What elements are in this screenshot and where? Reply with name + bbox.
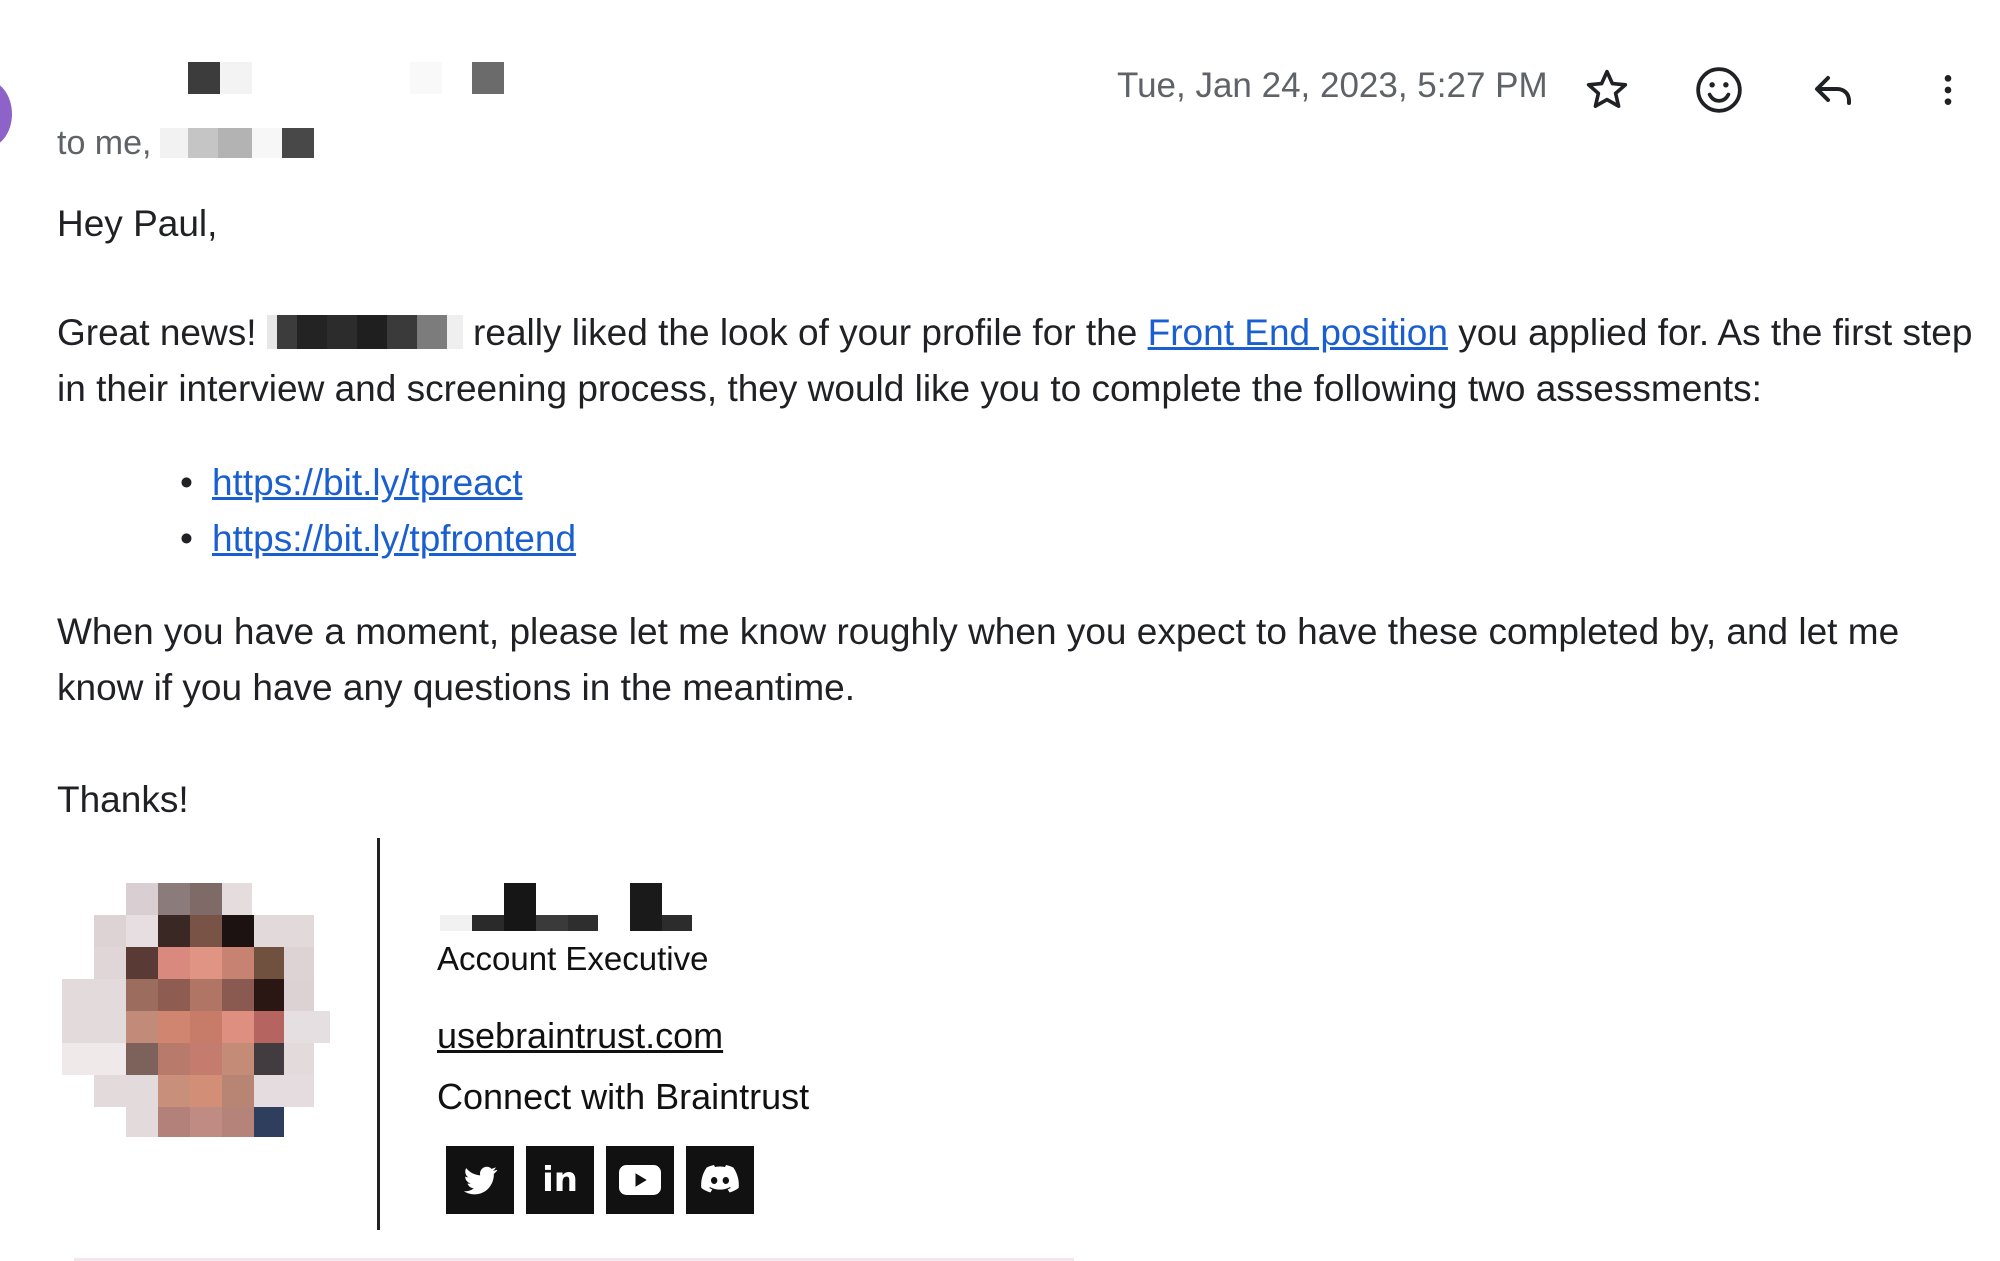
discord-icon <box>701 1165 739 1193</box>
front-end-position-link[interactable]: Front End position <box>1148 312 1448 353</box>
signature-website-link[interactable]: usebraintrust.com <box>437 1015 723 1057</box>
assessment-link-frontend[interactable]: https://bit.ly/tpfrontend <box>212 518 576 559</box>
paragraph-1: Great news! really liked the look of you… <box>57 305 1977 417</box>
to-label: to me, <box>57 124 152 162</box>
p1-mid: really liked the look of your profile fo… <box>473 312 1138 353</box>
greeting: Hey Paul, <box>57 203 218 244</box>
reply-button[interactable] <box>1803 60 1863 120</box>
recipient-line[interactable]: to me, <box>57 124 151 163</box>
twitter-link[interactable] <box>446 1146 514 1214</box>
p1-start: Great news! <box>57 312 257 353</box>
reply-icon <box>1815 76 1851 105</box>
discord-link[interactable] <box>686 1146 754 1214</box>
sender-avatar[interactable] <box>0 80 12 148</box>
star-icon <box>1586 69 1628 108</box>
youtube-icon <box>619 1165 661 1195</box>
signature-divider <box>377 838 380 1230</box>
list-item: https://bit.ly/tpfrontend <box>180 511 576 567</box>
more-options-button[interactable] <box>1918 60 1978 120</box>
redacted-company <box>266 315 463 349</box>
list-item: https://bit.ly/tpreact <box>180 455 576 511</box>
signature-title: Account Executive <box>437 940 709 977</box>
assessment-link-react[interactable]: https://bit.ly/tpreact <box>212 462 523 503</box>
assessment-links: https://bit.ly/tpreact https://bit.ly/tp… <box>180 455 576 567</box>
linkedin-icon: in <box>542 1160 578 1200</box>
closing: Thanks! <box>57 779 189 820</box>
star-button[interactable] <box>1577 60 1637 120</box>
twitter-icon <box>463 1166 498 1195</box>
add-reaction-button[interactable] <box>1689 60 1749 120</box>
signature-connect-text: Connect with Braintrust <box>437 1076 810 1117</box>
youtube-link[interactable] <box>606 1146 674 1214</box>
emoji-icon <box>1696 67 1742 113</box>
more-vert-icon <box>1944 75 1952 105</box>
paragraph-2: When you have a moment, please let me kn… <box>57 611 1900 708</box>
email-date: Tue, Jan 24, 2023, 5:27 PM <box>1117 66 1548 105</box>
linkedin-link[interactable]: in <box>526 1146 594 1214</box>
